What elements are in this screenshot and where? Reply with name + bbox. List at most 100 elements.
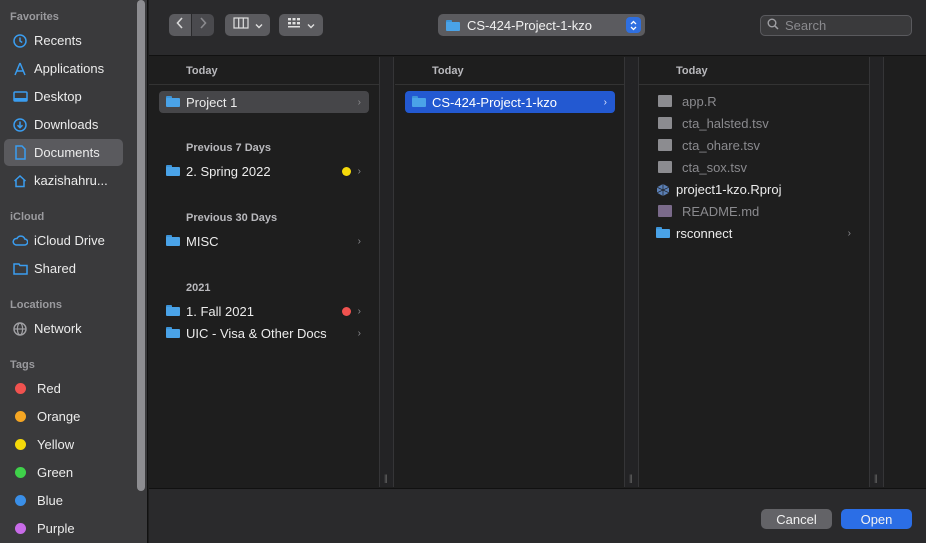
list-item-cta-sox[interactable]: cta_sox.tsv: [649, 156, 859, 178]
sidebar-item-label: Red: [37, 381, 61, 396]
search-input[interactable]: [785, 18, 905, 33]
sidebar-item-applications[interactable]: Applications: [4, 55, 123, 82]
sidebar-tag-purple[interactable]: Purple: [4, 515, 123, 542]
sidebar-item-icloud-drive[interactable]: iCloud Drive: [4, 227, 123, 254]
column-resize-handle[interactable]: ||: [624, 57, 639, 487]
folder-icon: [166, 96, 180, 108]
list-item-uic-visa[interactable]: UIC - Visa & Other Docs ›: [159, 322, 369, 344]
item-label: MISC: [186, 233, 219, 249]
path-popup[interactable]: CS-424-Project-1-kzo: [438, 14, 645, 36]
yellow-tag-icon: [342, 166, 351, 176]
group-header: 2021: [186, 282, 211, 294]
item-label: app.R: [682, 93, 717, 109]
folder-icon: [656, 227, 670, 239]
sidebar-item-label: Orange: [37, 409, 81, 424]
item-label: cta_sox.tsv: [682, 159, 748, 175]
list-item-cs-424-project[interactable]: CS-424-Project-1-kzo ›: [405, 91, 615, 113]
chevron-right-icon: ›: [603, 96, 607, 108]
red-tag-icon: [15, 383, 26, 394]
column-resize-handle[interactable]: ||: [869, 57, 884, 487]
sidebar-item-label: Applications: [34, 61, 105, 76]
list-item-project-1[interactable]: Project 1 ›: [159, 91, 369, 113]
sidebar-item-documents[interactable]: Documents: [4, 139, 123, 166]
favorites-header: Favorites: [10, 11, 59, 23]
sidebar-item-label: Documents: [34, 145, 100, 160]
item-label: README.md: [682, 203, 760, 219]
dialog-footer: Cancel Open: [149, 488, 926, 543]
list-item-cta-halsted[interactable]: cta_halsted.tsv: [649, 112, 859, 134]
cloud-icon: [12, 233, 28, 249]
group-view-button[interactable]: [279, 14, 323, 36]
chevron-right-icon: ›: [357, 305, 361, 317]
folder-icon: [412, 96, 426, 108]
list-item-rsconnect[interactable]: rsconnect ›: [649, 222, 859, 244]
tsv-file-icon: [658, 139, 672, 151]
sidebar-tag-yellow[interactable]: Yellow: [4, 431, 123, 458]
browser-column-1: Today Project 1 › Previous 7 Days 2. Spr…: [149, 57, 379, 487]
sidebar-item-label: Yellow: [37, 437, 75, 452]
sidebar-item-desktop[interactable]: Desktop: [4, 83, 123, 110]
list-item-misc[interactable]: MISC ›: [159, 230, 369, 252]
applications-icon: [12, 61, 28, 77]
folder-icon: [166, 235, 180, 247]
browser-column-2: Today CS-424-Project-1-kzo ›: [395, 57, 624, 487]
item-label: cta_ohare.tsv: [682, 137, 761, 153]
search-icon: [767, 17, 779, 35]
column-resize-handle[interactable]: ||: [379, 57, 394, 487]
locations-header: Locations: [10, 299, 62, 311]
column-view-button[interactable]: [225, 14, 270, 36]
sidebar-item-label: iCloud Drive: [34, 233, 105, 248]
list-item-fall-2021[interactable]: 1. Fall 2021 ›: [159, 300, 369, 322]
sidebar-scrollbar[interactable]: [137, 0, 145, 491]
purple-tag-icon: [15, 523, 26, 534]
column-header: Today: [149, 57, 379, 85]
chevron-right-icon: [199, 16, 207, 34]
sidebar-tag-blue[interactable]: Blue: [4, 487, 123, 514]
markdown-file-icon: [658, 205, 672, 217]
sidebar-item-label: Network: [34, 321, 82, 336]
chevron-down-icon: [255, 16, 263, 34]
folder-icon: [166, 165, 180, 177]
sidebar-item-recents[interactable]: Recents: [4, 27, 123, 54]
icloud-header: iCloud: [10, 211, 45, 223]
folder-icon: [166, 327, 180, 339]
folder-icon: [446, 19, 460, 31]
columns-icon: [232, 16, 249, 34]
clock-icon: [12, 33, 28, 49]
tags-header: Tags: [10, 359, 35, 371]
item-label: CS-424-Project-1-kzo: [432, 94, 557, 110]
sidebar-item-home[interactable]: kazishahru...: [4, 167, 123, 194]
sidebar-tag-green[interactable]: Green: [4, 459, 123, 486]
group-header: Previous 7 Days: [186, 142, 271, 154]
blue-tag-icon: [15, 495, 26, 506]
sidebar-item-shared[interactable]: Shared: [4, 255, 123, 282]
cancel-button[interactable]: Cancel: [761, 509, 832, 529]
orange-tag-icon: [15, 411, 26, 422]
browser-column-3: Today app.R cta_halsted.tsv cta_ohare.ts…: [639, 57, 869, 487]
list-item-rproj[interactable]: project1-kzo.Rproj: [649, 178, 859, 200]
network-icon: [12, 321, 28, 337]
open-button[interactable]: Open: [841, 509, 912, 529]
list-item-cta-ohare[interactable]: cta_ohare.tsv: [649, 134, 859, 156]
sidebar-item-label: Blue: [37, 493, 64, 508]
sidebar-item-label: Downloads: [34, 117, 99, 132]
forward-button[interactable]: [192, 14, 214, 36]
tsv-file-icon: [658, 161, 672, 173]
sidebar-item-network[interactable]: Network: [4, 315, 123, 342]
chevron-down-icon: [307, 16, 315, 34]
list-item-spring-2022[interactable]: 2. Spring 2022 ›: [159, 160, 369, 182]
search-field[interactable]: [760, 15, 912, 36]
sidebar-item-downloads[interactable]: Downloads: [4, 111, 123, 138]
list-item-readme[interactable]: README.md: [649, 200, 859, 222]
sidebar-item-label: Shared: [34, 261, 76, 276]
sidebar-tag-orange[interactable]: Orange: [4, 403, 123, 430]
red-tag-icon: [342, 306, 351, 316]
chevron-left-icon: [176, 16, 184, 34]
chevron-right-icon: ›: [357, 96, 361, 108]
back-button[interactable]: [169, 14, 191, 36]
sidebar: Favorites Recents Applications Desktop D…: [0, 0, 148, 543]
home-icon: [12, 173, 28, 189]
list-item-app-r[interactable]: app.R: [649, 90, 859, 112]
chevron-right-icon: ›: [847, 227, 851, 239]
sidebar-tag-red[interactable]: Red: [4, 375, 123, 402]
